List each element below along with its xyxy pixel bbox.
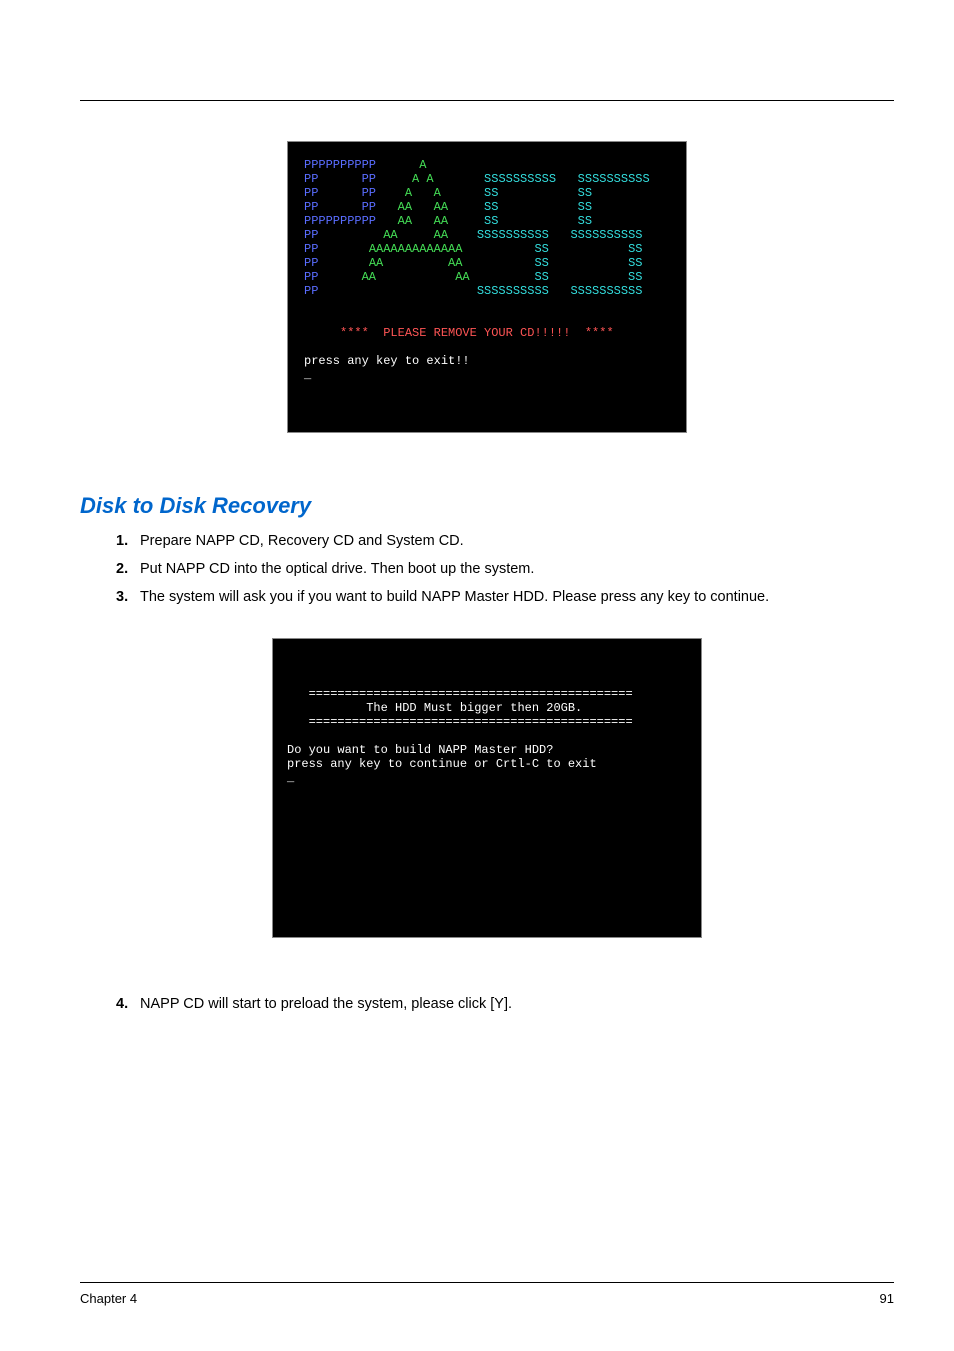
step-text: The system will ask you if you want to b… bbox=[140, 589, 769, 605]
step-text: Put NAPP CD into the optical drive. Then… bbox=[140, 561, 534, 577]
footer-chapter-label: Chapter 4 bbox=[80, 1291, 137, 1306]
step-number: 1. bbox=[116, 531, 140, 553]
footer-page-number: 91 bbox=[880, 1291, 894, 1306]
step-number: 3. bbox=[116, 587, 140, 609]
step-number: 2. bbox=[116, 559, 140, 581]
step-text: NAPP CD will start to preload the system… bbox=[140, 996, 512, 1012]
console-screenshot-build-napp: ========================================… bbox=[272, 638, 702, 938]
ordered-steps-b: 4.NAPP CD will start to preload the syst… bbox=[110, 994, 894, 1016]
page-footer: Chapter 4 91 bbox=[80, 1282, 894, 1306]
step-item: 3.The system will ask you if you want to… bbox=[110, 587, 894, 609]
ordered-steps-a: 1.Prepare NAPP CD, Recovery CD and Syste… bbox=[110, 531, 894, 608]
section-heading-disk-to-disk-recovery: Disk to Disk Recovery bbox=[80, 493, 894, 519]
step-item: 4.NAPP CD will start to preload the syst… bbox=[110, 994, 894, 1016]
horizontal-rule-top bbox=[80, 100, 894, 101]
step-text: Prepare NAPP CD, Recovery CD and System … bbox=[140, 533, 464, 549]
console-screenshot-pass: PPPPPPPPPP A PP PP A A SSSSSSSSSS SSSSSS… bbox=[287, 141, 687, 433]
step-number: 4. bbox=[116, 994, 140, 1016]
step-item: 1.Prepare NAPP CD, Recovery CD and Syste… bbox=[110, 531, 894, 553]
step-item: 2.Put NAPP CD into the optical drive. Th… bbox=[110, 559, 894, 581]
